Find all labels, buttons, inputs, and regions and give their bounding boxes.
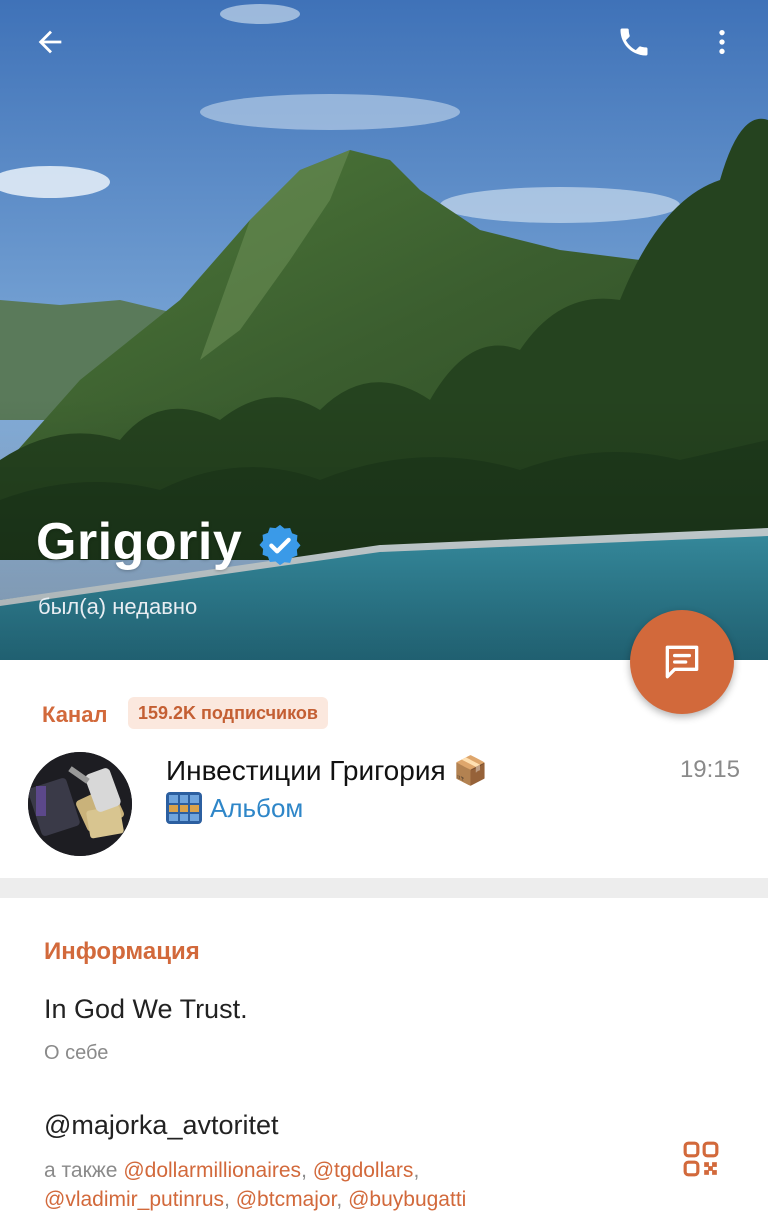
username-link[interactable]: @buybugatti (348, 1188, 466, 1211)
username-link[interactable]: @vladimir_putinrus (44, 1188, 224, 1211)
channel-avatar (28, 752, 132, 856)
arrow-left-icon (38, 30, 62, 54)
more-options-button[interactable] (694, 14, 750, 70)
username-text[interactable]: @majorka_avtoritet (44, 1110, 279, 1141)
phone-icon (620, 28, 648, 56)
channel-item[interactable]: Инвестиции Григория 📦 19:15 Альбом (0, 746, 768, 858)
album-icon (166, 792, 202, 824)
profile-header: Grigoriy был(а) недавно (0, 0, 768, 660)
channel-title: Инвестиции Григория 📦 (166, 755, 489, 786)
call-button[interactable] (606, 14, 662, 70)
bio-text[interactable]: In God We Trust. (44, 994, 248, 1025)
channel-last-message: Альбом (166, 792, 303, 824)
message-icon (665, 645, 699, 679)
qr-code-icon[interactable] (682, 1140, 720, 1178)
last-message-text: Альбом (210, 792, 304, 823)
info-section-title: Информация (44, 938, 200, 965)
other-usernames: а также @dollarmillionaires, @tgdollars,… (44, 1159, 467, 1211)
channel-section-label: Канал (42, 702, 108, 727)
back-button[interactable] (22, 14, 78, 70)
channel-last-time: 19:15 (679, 756, 740, 783)
username-link[interactable]: @btcmajor (236, 1188, 337, 1211)
username-link[interactable]: @tgdollars (313, 1159, 414, 1182)
info-section: Информация In God We Trust. О себе @majo… (0, 898, 768, 1226)
username-link[interactable]: @dollarmillionaires (123, 1159, 301, 1182)
last-seen-status: был(а) недавно (38, 594, 198, 619)
subscribers-badge: 159.2K подписчиков (128, 697, 328, 729)
more-vertical-icon (719, 30, 725, 54)
send-message-button[interactable] (630, 610, 734, 714)
profile-name: Grigoriy (36, 513, 243, 571)
section-divider (0, 878, 768, 898)
also-prefix: а также (44, 1159, 118, 1182)
bio-label: О себе (44, 1042, 109, 1064)
verified-badge-icon (259, 524, 301, 566)
